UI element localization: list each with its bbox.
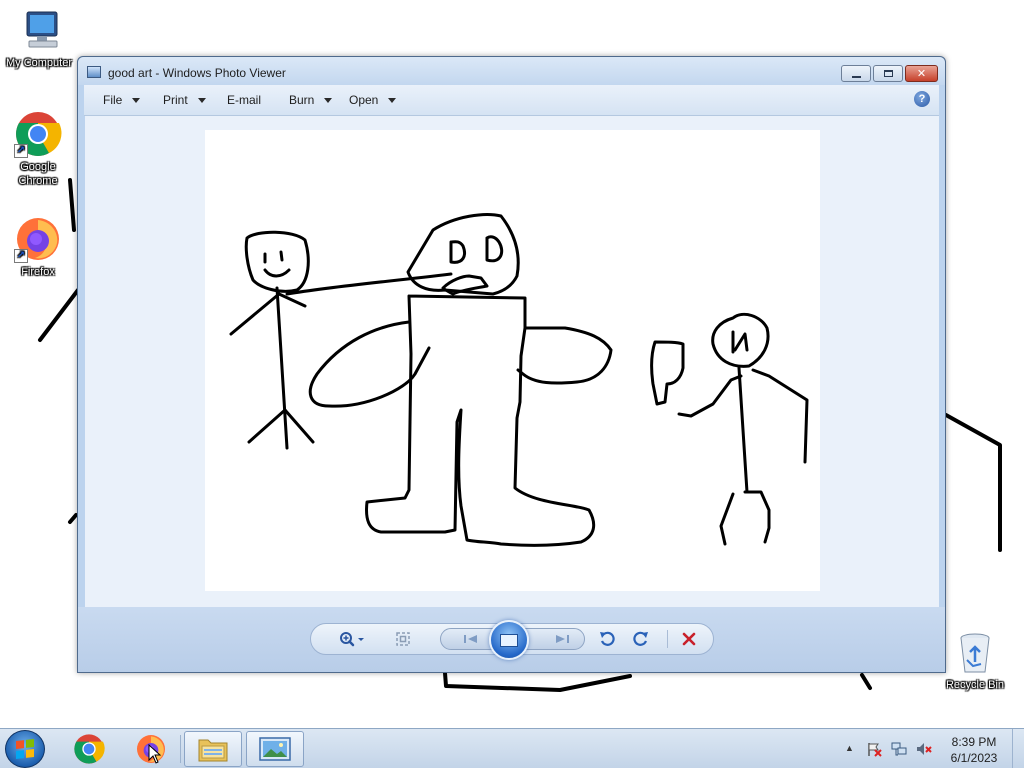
desktop-icon-label: Google Chrome — [18, 161, 58, 187]
firefox-icon: ↗ — [14, 215, 62, 263]
windows-logo-icon — [16, 739, 34, 759]
viewer-toolbar — [78, 607, 945, 672]
photo-viewer-icon — [259, 737, 291, 761]
shortcut-arrow-icon: ↗ — [14, 144, 28, 158]
close-button[interactable]: ✕ — [905, 65, 938, 82]
show-desktop-button[interactable] — [1012, 729, 1024, 768]
viewer-controls — [310, 620, 714, 660]
taskbar-divider — [180, 735, 181, 763]
drawing-image — [229, 213, 809, 547]
rotate-clockwise-icon — [633, 631, 648, 646]
clock-date: 6/1/2023 — [950, 751, 998, 765]
next-button[interactable] — [547, 631, 577, 647]
volume-muted-icon[interactable] — [916, 741, 932, 757]
folder-icon — [198, 739, 228, 762]
system-clock[interactable]: 8:39 PM 6/1/2023 — [944, 734, 1004, 766]
desktop-icon-google-chrome[interactable]: ↗ Google Chrome — [0, 110, 76, 188]
menu-label: File — [103, 93, 123, 107]
chrome-icon: ↗ — [14, 110, 62, 158]
taskbar-windows-explorer[interactable] — [184, 731, 242, 767]
shortcut-arrow-icon: ↗ — [14, 249, 28, 263]
displayed-image — [205, 130, 820, 591]
actual-size-button[interactable] — [395, 631, 411, 647]
help-icon[interactable]: ? — [914, 91, 930, 107]
desktop-icon-my-computer[interactable]: My Computer — [1, 6, 77, 70]
close-icon: ✕ — [916, 68, 927, 80]
chrome-icon — [74, 734, 105, 764]
desktop-icon-label: Recycle Bin — [945, 679, 1005, 691]
rotate-counterclockwise-button[interactable] — [598, 630, 616, 648]
chevron-down-icon — [388, 97, 397, 103]
chevron-down-icon — [132, 97, 141, 103]
menu-label: Print — [163, 93, 188, 107]
slideshow-button[interactable] — [489, 620, 529, 660]
window-title: good art - Windows Photo Viewer — [108, 66, 286, 80]
computer-icon — [15, 6, 63, 54]
maximize-button[interactable] — [873, 65, 903, 82]
menu-email[interactable]: E-mail — [227, 93, 261, 107]
menu-burn[interactable]: Burn — [289, 93, 333, 107]
next-icon — [556, 635, 569, 643]
slideshow-icon — [500, 633, 518, 647]
desktop-icon-recycle-bin[interactable]: Recycle Bin — [937, 630, 1013, 692]
action-center-flag-icon[interactable] — [866, 741, 882, 757]
previous-icon — [464, 635, 477, 643]
menu-label: Burn — [289, 93, 315, 107]
menu-label: E-mail — [227, 93, 262, 107]
start-button[interactable] — [5, 730, 45, 768]
photo-viewer-window: good art - Windows Photo Viewer ✕ File P… — [77, 56, 946, 673]
window-titlebar[interactable]: good art - Windows Photo Viewer ✕ — [78, 57, 945, 85]
toolbar-separator — [667, 630, 668, 648]
menu-print[interactable]: Print — [163, 93, 206, 107]
actual-size-icon — [396, 632, 410, 646]
photo-viewer-icon — [87, 66, 101, 78]
minimize-button[interactable] — [841, 65, 871, 82]
menu-open[interactable]: Open — [349, 93, 397, 107]
zoom-button[interactable] — [335, 630, 371, 648]
recycle-bin-icon — [951, 630, 999, 676]
image-viewer-area — [85, 116, 939, 608]
delete-icon — [682, 632, 696, 646]
zoom-icon — [340, 632, 364, 647]
chevron-down-icon — [197, 97, 206, 103]
menu-label: Open — [349, 93, 379, 107]
desktop-icon-label: Firefox — [21, 266, 55, 278]
previous-button[interactable] — [456, 631, 486, 647]
taskbar-chrome[interactable] — [66, 731, 112, 767]
rotate-counterclockwise-icon — [600, 631, 615, 646]
minimize-icon — [851, 75, 861, 78]
show-hidden-icons-button[interactable]: ▲ — [845, 743, 854, 753]
delete-button[interactable] — [679, 629, 699, 649]
maximize-icon — [883, 70, 893, 77]
mouse-cursor-icon — [148, 744, 162, 764]
chevron-down-icon — [324, 97, 333, 103]
desktop-icon-firefox[interactable]: ↗ Firefox — [0, 215, 76, 279]
desktop-icon-label: My Computer — [5, 57, 73, 69]
clock-time: 8:39 PM — [951, 735, 997, 749]
taskbar-windows-photo-viewer[interactable] — [246, 731, 304, 767]
network-icon[interactable] — [891, 741, 907, 757]
rotate-clockwise-button[interactable] — [632, 630, 650, 648]
menu-file[interactable]: File — [103, 93, 141, 107]
menu-bar: File Print E-mail Burn Open ? — [84, 85, 939, 116]
